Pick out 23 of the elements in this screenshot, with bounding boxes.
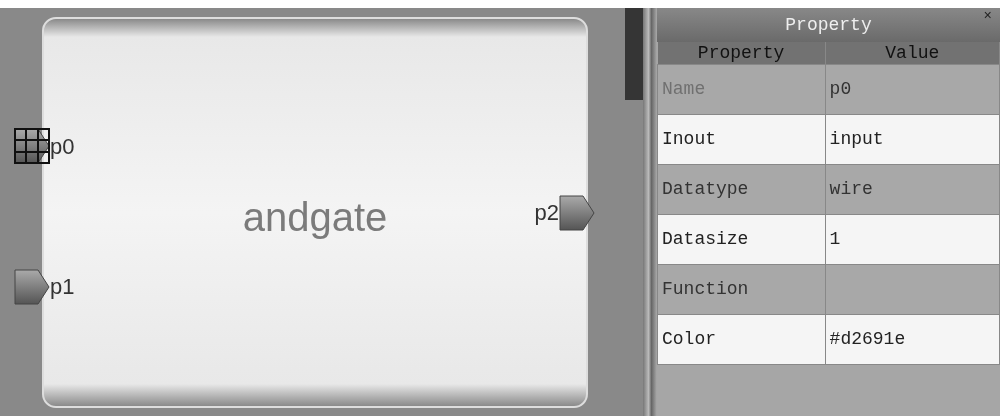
property-name-cell: Datasize	[657, 214, 826, 265]
property-name-cell: Datatype	[657, 164, 826, 215]
column-header[interactable]: Property	[657, 42, 826, 65]
block-title: andgate	[242, 194, 388, 241]
scrollbar-thumb[interactable]	[625, 8, 643, 100]
port-label: p0	[50, 132, 75, 161]
property-name-cell: Name	[657, 64, 826, 115]
property-name-cell: Inout	[657, 114, 826, 165]
property-value-cell[interactable]: #d2691e	[825, 314, 1000, 365]
property-name-cell: Function	[657, 264, 826, 315]
port-icon[interactable]	[14, 268, 50, 305]
property-value-cell[interactable]: wire	[825, 164, 1000, 215]
close-button[interactable]: ×	[979, 0, 996, 33]
panel-title: Property	[785, 15, 872, 35]
port-label: p2	[534, 199, 559, 227]
property-value-cell[interactable]: input	[825, 114, 1000, 165]
property-name-cell: Color	[657, 314, 826, 365]
panel-splitter[interactable]	[643, 8, 657, 416]
selected-port-icon[interactable]	[14, 128, 50, 164]
property-value-cell[interactable]: 1	[825, 214, 1000, 265]
port-label: p1	[50, 273, 75, 302]
column-header[interactable]: Value	[825, 42, 1000, 65]
port-icon[interactable]	[559, 194, 595, 231]
